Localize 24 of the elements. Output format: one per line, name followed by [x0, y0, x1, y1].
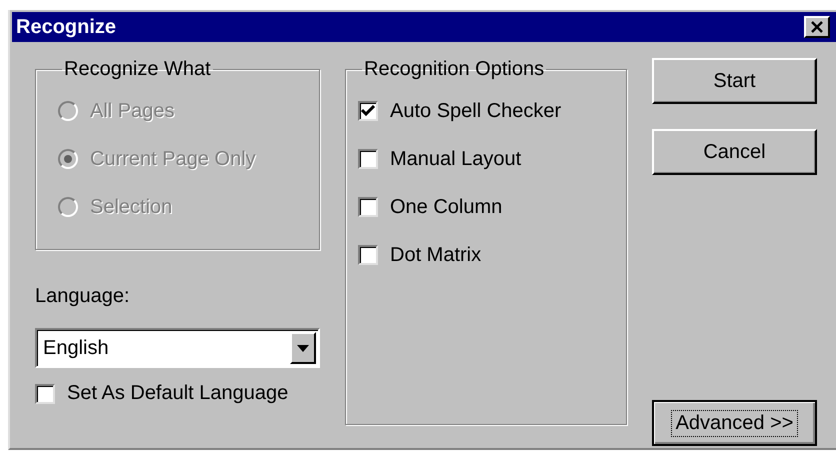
dialog-button[interactable]: Cancel — [652, 129, 817, 175]
checkbox[interactable] — [358, 197, 378, 217]
group-title: Recognize What — [63, 58, 212, 81]
window-title: Recognize — [16, 16, 116, 38]
checkbox[interactable] — [35, 384, 55, 404]
radio-button[interactable] — [58, 149, 78, 169]
checkbox[interactable] — [358, 101, 378, 121]
checkbox[interactable] — [358, 149, 378, 169]
checkbox-label[interactable]: Set As Default Language — [67, 382, 288, 405]
radio-button[interactable] — [58, 101, 78, 121]
checkbox[interactable] — [358, 245, 378, 265]
dialog-button[interactable]: Advanced >> — [652, 400, 817, 446]
dropdown-arrow-icon — [297, 344, 309, 352]
checkbox-label[interactable]: One Column — [390, 196, 502, 218]
language-label: Language: — [35, 285, 130, 308]
checkbox-label[interactable]: Auto Spell Checker — [390, 100, 562, 122]
dialog-button[interactable]: Start — [652, 58, 817, 104]
language-dropdown[interactable]: English — [35, 328, 320, 368]
radio-button[interactable] — [58, 197, 78, 217]
close-icon — [810, 21, 824, 33]
close-button[interactable] — [804, 16, 830, 38]
group-title: Recognition Options — [363, 58, 546, 81]
checkbox-label[interactable]: Dot Matrix — [390, 244, 482, 266]
checkbox-label[interactable]: Manual Layout — [390, 148, 522, 170]
